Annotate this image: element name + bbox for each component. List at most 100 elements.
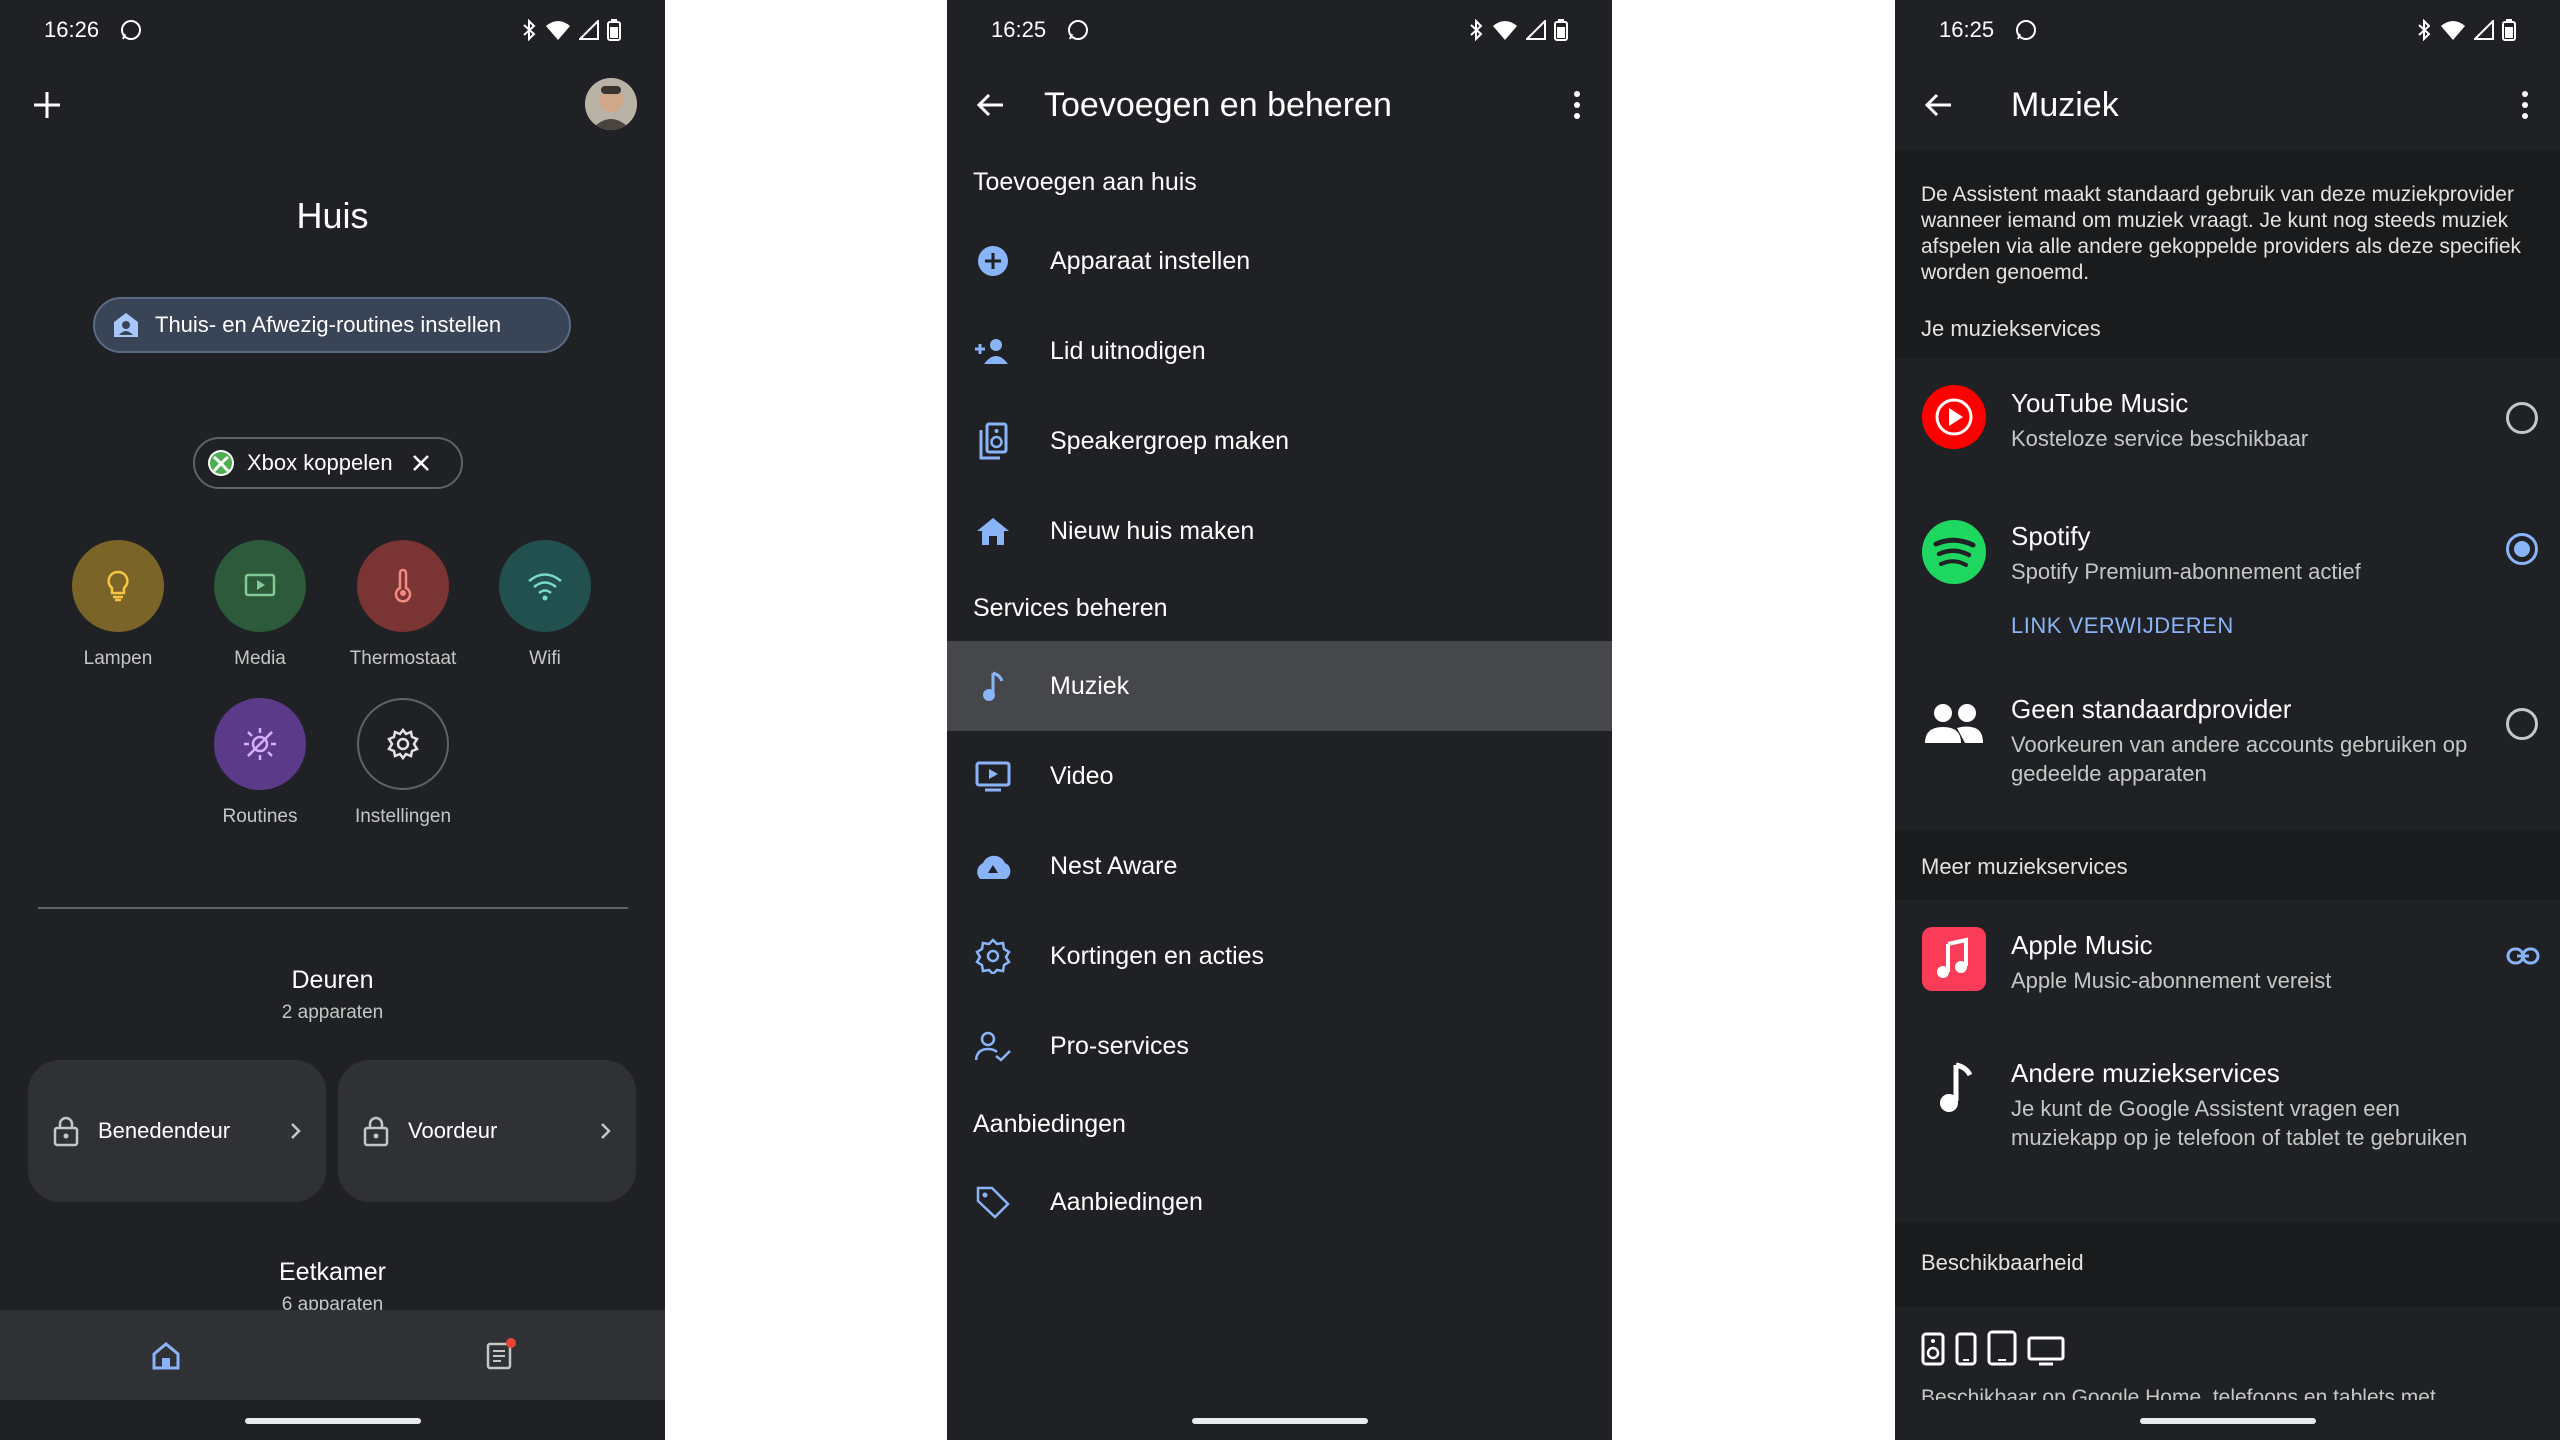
service-other[interactable]: Andere muziekservices Je kunt de Google … [1895,1040,2560,1220]
door-voordeur-card[interactable]: Voordeur [338,1060,636,1202]
lock-icon [52,1115,80,1147]
menu-pro-services[interactable]: Pro-services [947,1001,1612,1091]
feed-tab-icon[interactable] [482,1336,518,1372]
your-services-header: Je muziekservices [1921,316,2101,341]
device-icons [1921,1330,2065,1366]
xbox-chip[interactable]: Xbox koppelen [193,437,463,489]
spotify-icon [1921,519,1987,585]
unlink-spotify-button[interactable]: LINK VERWIJDEREN [2011,613,2234,639]
page-title: Muziek [2011,85,2119,124]
menu-video[interactable]: Video [947,731,1612,821]
availability-band: Beschikbaarheid [1895,1222,2560,1307]
menu-aanbiedingen[interactable]: Aanbiedingen [947,1157,1612,1247]
bluetooth-icon [1468,19,1484,41]
quick-wifi-label: Wifi [529,648,561,669]
quick-routines[interactable]: Routines [190,698,330,828]
description-text: De Assistent maakt standaard gebruik van… [1921,183,2522,284]
lightbulb-icon [72,540,164,632]
menu-speakergroep-maken[interactable]: Speakergroep maken [947,396,1612,486]
service-none[interactable]: Geen standaardprovider Voorkeuren van an… [1895,680,2560,820]
room-eetkamer-title: Eetkamer [279,1258,386,1286]
quick-instellingen[interactable]: Instellingen [333,698,473,828]
music-note-icon [1921,1056,1987,1122]
none-provider-radio[interactable] [2506,708,2538,740]
menu-muziek-label: Muziek [1050,671,1130,700]
menu-lid-uitnodigen[interactable]: Lid uitnodigen [947,306,1612,396]
menu-muziek[interactable]: Muziek [947,641,1612,731]
wifi-status-icon [2440,19,2466,41]
none-provider-sub: Voorkeuren van andere accounts gebruiken… [2011,732,2468,786]
more-services-header: Meer muziekservices [1921,854,2128,879]
link-icon[interactable] [2506,946,2540,966]
signal-icon [579,20,599,40]
speaker-group-icon [973,422,1013,460]
menu-pro-services-label: Pro-services [1050,1031,1189,1060]
status-bar: 16:25 [1895,0,2560,60]
quick-lampen[interactable]: Lampen [48,540,188,670]
tablet-icon [1987,1330,2017,1366]
menu-nieuw-huis-maken-label: Nieuw huis maken [1050,516,1255,545]
apple-music-name: Apple Music [2011,930,2153,960]
section-add-header: Toevoegen aan huis [973,168,1197,196]
quick-wifi[interactable]: Wifi [475,540,615,670]
avatar[interactable] [585,78,637,130]
service-spotify[interactable]: Spotify Spotify Premium-abonnement actie… [1895,505,2560,665]
menu-kortingen-en-acties[interactable]: Kortingen en acties [947,911,1612,1001]
menu-speakergroep-maken-label: Speakergroep maken [1050,426,1290,455]
youtube-music-sub: Kosteloze service beschikbaar [2011,426,2309,451]
room-deuren-title: Deuren [291,966,374,994]
back-arrow-icon[interactable] [973,87,1009,123]
close-icon[interactable] [411,453,431,473]
door-benedendeur-card[interactable]: Benedendeur [28,1060,326,1202]
wifi-status-icon [1492,19,1518,41]
section-services-header: Services beheren [973,594,1168,622]
signal-icon [1526,20,1546,40]
gesture-bar [244,1418,421,1424]
status-time: 16:26 [44,17,100,42]
home-tab-icon[interactable] [150,1340,182,1372]
availability-header: Beschikbaarheid [1921,1250,2084,1275]
spotify-radio[interactable] [2506,533,2538,565]
tag-icon [973,1184,1013,1220]
music-note-icon [973,669,1013,703]
chevron-right-icon [290,1122,302,1140]
section-offers-header: Aanbiedingen [973,1110,1126,1138]
thermometer-icon [357,540,449,632]
whatsapp-icon [2014,18,2038,42]
speaker-icon [1921,1332,1945,1366]
video-icon [973,760,1013,792]
add-icon[interactable] [30,88,64,122]
menu-apparaat-instellen[interactable]: Apparaat instellen [947,216,1612,306]
service-youtube-music[interactable]: YouTube Music Kosteloze service beschikb… [1895,370,2560,500]
door-voordeur-label: Voordeur [408,1118,498,1143]
quick-thermostaat-label: Thermostaat [349,648,457,669]
spotify-sub: Spotify Premium-abonnement actief [2011,559,2361,584]
menu-nest-aware-label: Nest Aware [1050,851,1178,880]
other-services-sub: Je kunt de Google Assistent vragen een m… [2011,1096,2468,1150]
menu-nieuw-huis-maken[interactable]: Nieuw huis maken [947,486,1612,576]
chevron-right-icon [600,1122,612,1140]
quick-routines-label: Routines [222,806,298,827]
youtube-music-radio[interactable] [2506,402,2538,434]
service-apple-music[interactable]: Apple Music Apple Music-abonnement verei… [1895,910,2560,1030]
more-vert-icon[interactable] [1572,90,1582,120]
quick-media-label: Media [234,648,286,669]
home-person-icon [111,310,141,340]
menu-kortingen-en-acties-label: Kortingen en acties [1050,941,1265,970]
door-benedendeur-label: Benedendeur [98,1118,231,1143]
routine-chip[interactable]: Thuis- en Afwezig-routines instellen [93,297,571,353]
more-vert-icon[interactable] [2520,90,2530,120]
discount-badge-icon [973,938,1013,974]
status-bar: 16:26 [0,0,665,60]
app-bar: Muziek [1895,70,2560,140]
status-bar: 16:25 [947,0,1612,60]
page-title: Toevoegen en beheren [1044,85,1392,124]
bluetooth-icon [2416,19,2432,41]
quick-thermostaat[interactable]: Thermostaat [333,540,473,670]
routines-icon [214,698,306,790]
back-arrow-icon[interactable] [1921,87,1957,123]
menu-nest-aware[interactable]: Nest Aware [947,821,1612,911]
xbox-icon [207,449,235,477]
quick-media[interactable]: Media [190,540,330,670]
media-icon [214,540,306,632]
